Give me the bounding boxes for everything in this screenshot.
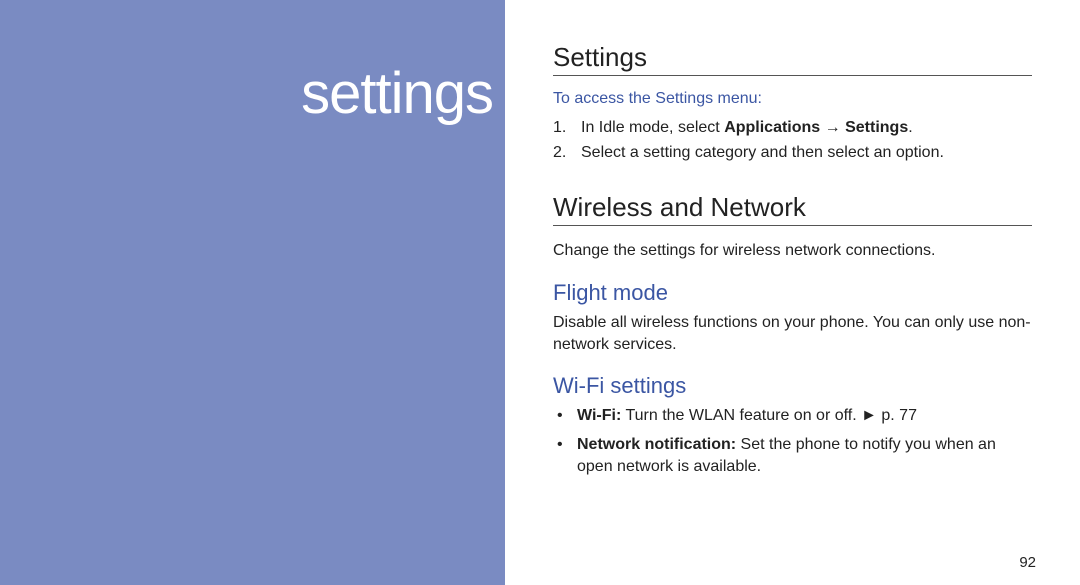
page: settings Settings To access the Settings… [0, 0, 1080, 585]
sidebar-panel: settings [0, 0, 505, 585]
step1-applications: Applications [724, 119, 820, 136]
step1-arrow: → [820, 119, 845, 136]
step-1: In Idle mode, select Applications → Sett… [553, 116, 1032, 139]
flight-mode-desc: Disable all wireless functions on your p… [553, 312, 1032, 355]
subheading-wifi-settings: Wi-Fi settings [553, 373, 1032, 399]
step-2: Select a setting category and then selec… [553, 141, 1032, 164]
wifi-item2-label: Network notification: [577, 436, 736, 453]
step1-settings: Settings [845, 119, 908, 136]
wifi-item-1: Wi-Fi: Turn the WLAN feature on or off. … [553, 405, 1032, 427]
step1-pre: In Idle mode, select [581, 119, 724, 136]
content-column: Settings To access the Settings menu: In… [505, 0, 1080, 585]
wifi-item1-label: Wi-Fi: [577, 407, 621, 424]
wifi-list: Wi-Fi: Turn the WLAN feature on or off. … [553, 405, 1032, 478]
wifi-item1-text: Turn the WLAN feature on or off. ► p. 77 [621, 407, 917, 424]
heading-settings: Settings [553, 42, 1032, 76]
access-steps: In Idle mode, select Applications → Sett… [553, 116, 1032, 164]
wifi-item-2: Network notification: Set the phone to n… [553, 434, 1032, 479]
page-number: 92 [1019, 554, 1036, 571]
chapter-title: settings [301, 60, 493, 127]
heading-wireless: Wireless and Network [553, 192, 1032, 226]
step1-post: . [908, 119, 912, 136]
access-intro: To access the Settings menu: [553, 90, 1032, 108]
subheading-flight-mode: Flight mode [553, 280, 1032, 306]
wireless-desc: Change the settings for wireless network… [553, 240, 1032, 262]
